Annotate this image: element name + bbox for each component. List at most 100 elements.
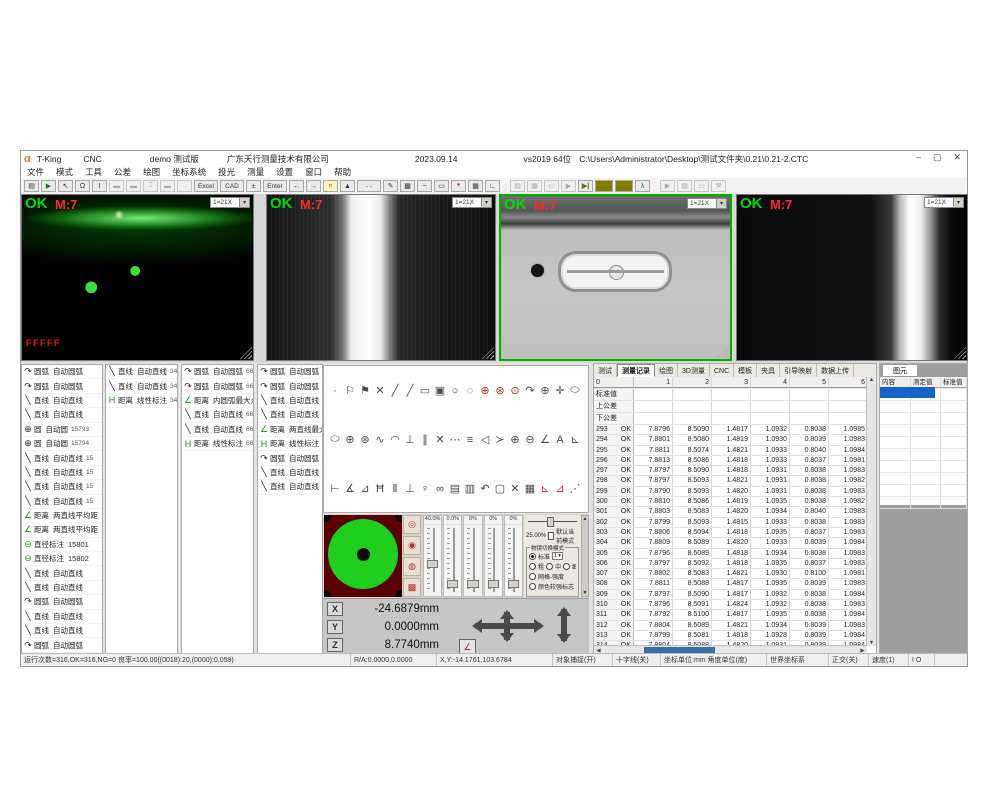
toolbar-button-11[interactable]: CAD: [220, 180, 244, 192]
tool-icon[interactable]: ▭: [418, 384, 432, 397]
tool-icon[interactable]: ⊕: [508, 433, 522, 446]
table-row[interactable]: 306OK7.87978.50921.48181.09350.80371.098…: [594, 559, 867, 569]
menu-item-2[interactable]: 工具: [79, 166, 108, 178]
menu-item-9[interactable]: 窗口: [299, 166, 328, 178]
tool-icon[interactable]: ▦: [523, 482, 537, 495]
list-item[interactable]: ╲直线自动直线55: [258, 394, 322, 408]
toolbar-button-0[interactable]: ▤: [24, 180, 39, 192]
list-item[interactable]: ⊕圆自动圆15793: [22, 423, 102, 437]
list-item[interactable]: ↷圆弧自动圆弧55: [258, 365, 322, 379]
table-row[interactable]: 293OK7.87968.50901.48171.09320.80381.098…: [594, 425, 867, 435]
toolbar-button-27[interactable]: ▤: [510, 180, 525, 192]
table-row[interactable]: 296OK7.88138.50861.48181.09330.80371.098…: [594, 456, 867, 466]
camera-zoom-select[interactable]: 1=21X▾: [924, 197, 964, 208]
tool-icon[interactable]: ▤: [448, 482, 462, 495]
tool-icon[interactable]: ⊢: [328, 482, 342, 495]
tool-icon[interactable]: ♀: [418, 483, 432, 495]
table-row[interactable]: 312OK7.88048.50891.48211.09340.80391.098…: [594, 621, 867, 631]
camera-zoom-select[interactable]: 1=21X▾: [452, 197, 492, 208]
tool-icon[interactable]: Ⅱ: [388, 482, 402, 495]
list-item[interactable]: ⊖直径标注15802: [22, 552, 102, 566]
list-item[interactable]: Η距离线性标注66: [182, 437, 253, 451]
toolbar-button-9[interactable]: →: [177, 180, 192, 192]
toolbar-button-34[interactable]: λ: [635, 180, 650, 192]
toolbar-button-36[interactable]: ▶: [660, 180, 675, 192]
table-row[interactable]: 297OK7.87978.50901.48181.09310.80381.098…: [594, 466, 867, 476]
list-item[interactable]: ↷圆弧自动圆弧: [22, 379, 102, 393]
table-row[interactable]: 309OK7.87978.50901.48171.09320.80381.098…: [594, 590, 867, 600]
tool-icon[interactable]: ⊥: [403, 433, 417, 446]
toolbar-button-8[interactable]: ▬: [160, 180, 175, 192]
menu-item-4[interactable]: 绘图: [137, 166, 166, 178]
light-segment-button[interactable]: ◍: [403, 557, 421, 576]
element-row[interactable]: [880, 473, 967, 485]
element-row[interactable]: [880, 461, 967, 473]
list-item[interactable]: ↷圆弧自动圆弧66: [182, 379, 253, 393]
table-row[interactable]: 305OK7.87968.50891.48181.09340.80381.098…: [594, 549, 867, 559]
tool-icon[interactable]: ⋰: [568, 482, 582, 495]
list-item[interactable]: ∠距离两直线最大距55: [258, 423, 322, 437]
toolbar-button-21[interactable]: ~: [417, 180, 432, 192]
list-item[interactable]: ╲直线自动直线: [22, 581, 102, 595]
toolbar-button-20[interactable]: ▩: [400, 180, 415, 192]
tab-模板[interactable]: 模板: [734, 364, 757, 377]
tool-icon[interactable]: ◌: [463, 385, 477, 397]
tool-icon[interactable]: ▥: [463, 482, 477, 495]
toolbar-button-4[interactable]: I: [92, 180, 107, 192]
toolbar-button-29[interactable]: ▭: [544, 180, 559, 192]
list-item[interactable]: ↷圆弧自动圆弧55: [258, 451, 322, 465]
list-item[interactable]: ╲直线自动直线66: [182, 423, 253, 437]
list-item[interactable]: Η距离线性标注55: [258, 437, 322, 451]
slider-handle[interactable]: [427, 560, 438, 568]
element-row[interactable]: [880, 425, 967, 437]
tab-引导映射[interactable]: 引导映射: [780, 364, 817, 377]
standard-radio[interactable]: [529, 553, 536, 560]
toolbar-button-23[interactable]: *: [451, 180, 466, 192]
toolbar-button-25[interactable]: ∟: [485, 180, 500, 192]
list-item[interactable]: ╲直线自动直线: [22, 566, 102, 580]
list-item[interactable]: Η距离线性标注34: [106, 394, 177, 408]
selected-element-row[interactable]: [880, 387, 935, 398]
maximize-button[interactable]: ▢: [933, 152, 942, 163]
tab-3D测量[interactable]: 3D测量: [678, 364, 710, 377]
y-axis-button[interactable]: Y: [327, 620, 343, 634]
tab-绘图[interactable]: 绘图: [655, 364, 678, 377]
table-row[interactable]: 299OK7.87908.50931.48201.09310.80381.098…: [594, 487, 867, 497]
ring-light-preview[interactable]: [324, 515, 402, 597]
table-row[interactable]: 310OK7.87968.50911.48241.09320.80381.098…: [594, 600, 867, 610]
list-item[interactable]: ⊖直径标注15801: [22, 538, 102, 552]
list-item[interactable]: ╲直线自动直线66: [182, 408, 253, 422]
tab-测量记录[interactable]: 测量记录: [617, 364, 655, 377]
tool-icon[interactable]: ↶: [478, 482, 492, 495]
level-radio-2[interactable]: [563, 563, 570, 570]
tool-icon[interactable]: ○: [448, 385, 462, 397]
list-item[interactable]: ╲直线自动直线55: [258, 466, 322, 480]
list-item[interactable]: ╲直线自动直线: [22, 394, 102, 408]
tool-icon[interactable]: ◠: [388, 433, 402, 446]
tool-icon[interactable]: ⊿: [358, 482, 372, 495]
tool-icon[interactable]: ⊛: [493, 384, 507, 397]
tool-icon[interactable]: ✕: [508, 482, 522, 495]
menu-item-8[interactable]: 设置: [270, 166, 299, 178]
tool-icon[interactable]: ⬭: [328, 433, 342, 446]
tool-icon[interactable]: ·: [328, 385, 342, 397]
slider-handle[interactable]: [508, 580, 519, 588]
toolbar-button-13[interactable]: Enter: [263, 180, 287, 192]
element-row[interactable]: [880, 413, 967, 425]
list-item[interactable]: ╲直线自动直线15: [22, 480, 102, 494]
toolbar-button-5[interactable]: ▬: [109, 180, 124, 192]
list-item[interactable]: ↷圆弧自动圆弧66: [182, 365, 253, 379]
table-row[interactable]: 300OK7.88108.50861.48191.09350.80381.098…: [594, 497, 867, 507]
light-segment-button[interactable]: ◉: [403, 536, 421, 555]
tool-icon[interactable]: ∠: [538, 433, 552, 446]
table-row[interactable]: 313OK7.87998.50811.48181.09280.80391.098…: [594, 631, 867, 641]
slider-handle[interactable]: [467, 580, 478, 588]
toolbar-button-16[interactable]: ¤: [323, 180, 338, 192]
toolbar-button-18[interactable]: - -: [357, 180, 381, 192]
color-mark-radio[interactable]: [529, 583, 536, 590]
tool-icon[interactable]: ✕: [373, 384, 387, 397]
toolbar-button-39[interactable]: ⚒: [711, 180, 726, 192]
list-item[interactable]: ↷圆弧自动圆弧: [22, 365, 102, 379]
toolbar-button-24[interactable]: ▦: [468, 180, 483, 192]
tool-icon[interactable]: ╱: [388, 384, 402, 397]
